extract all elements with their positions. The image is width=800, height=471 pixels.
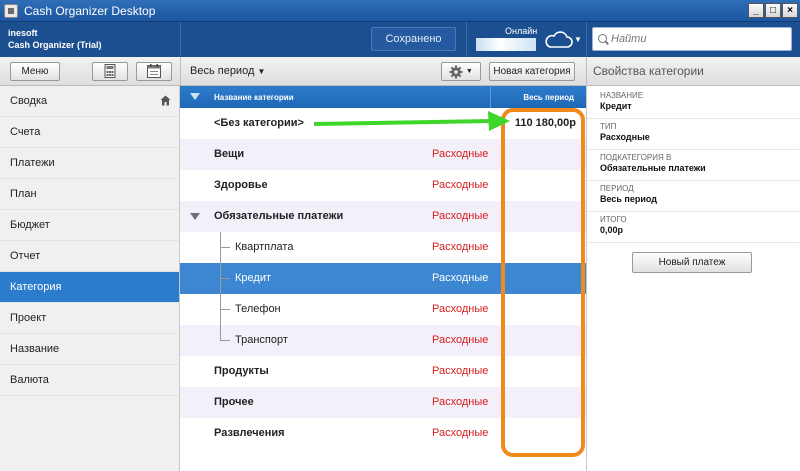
calculator-icon bbox=[104, 64, 116, 78]
sidebar-item-budget[interactable]: Бюджет bbox=[0, 210, 179, 241]
search-input[interactable] bbox=[611, 31, 787, 47]
new-payment-button[interactable]: Новый платеж bbox=[632, 252, 752, 273]
online-status: Онлайн bbox=[505, 26, 538, 36]
sidebar-item-plan[interactable]: План bbox=[0, 179, 179, 210]
highlight-frame bbox=[501, 108, 585, 457]
product-name: Cash Organizer (Trial) bbox=[8, 40, 102, 50]
toolbar: Меню Весь период ▼ ▼ Новая категория Сво… bbox=[0, 57, 800, 86]
menu-button[interactable]: Меню bbox=[10, 62, 60, 81]
maximize-button[interactable]: □ bbox=[765, 3, 781, 18]
period-label: Весь период bbox=[190, 65, 255, 77]
sidebar-item-category[interactable]: Категория bbox=[0, 272, 179, 303]
annotation-overlay bbox=[313, 108, 585, 457]
home-icon[interactable] bbox=[160, 95, 171, 106]
sidebar-item-summary[interactable]: Сводка bbox=[0, 86, 179, 117]
property-type: ТИП Расходные bbox=[587, 119, 799, 150]
sidebar-item-project[interactable]: Проект bbox=[0, 303, 179, 334]
close-button[interactable]: × bbox=[782, 3, 798, 18]
property-label: НАЗВАНИЕ bbox=[600, 91, 644, 100]
property-label: ПОДКАТЕГОРИЯ В bbox=[600, 153, 672, 162]
calendar-icon bbox=[147, 64, 161, 78]
company-name: inesoft bbox=[8, 28, 38, 38]
sidebar-item-report[interactable]: Отчет bbox=[0, 241, 179, 272]
settings-button[interactable]: ▼ bbox=[441, 62, 481, 81]
property-label: ТИП bbox=[600, 122, 617, 131]
search-box[interactable] bbox=[592, 27, 792, 51]
window-title: Cash Organizer Desktop bbox=[24, 4, 156, 18]
title-bar: Cash Organizer Desktop _ □ × bbox=[0, 0, 800, 22]
property-label: ПЕРИОД bbox=[600, 184, 634, 193]
sidebar-item-name[interactable]: Название bbox=[0, 334, 179, 365]
header-divider bbox=[180, 22, 181, 57]
property-value: Весь период bbox=[600, 194, 657, 204]
property-value: Расходные bbox=[600, 132, 650, 142]
search-icon bbox=[598, 34, 607, 43]
chevron-down-icon: ▼ bbox=[257, 67, 266, 76]
property-name: НАЗВАНИЕ Кредит bbox=[587, 88, 799, 119]
new-category-button[interactable]: Новая категория bbox=[489, 62, 575, 81]
cloud-icon[interactable] bbox=[543, 31, 573, 49]
sidebar-item-accounts[interactable]: Счета bbox=[0, 117, 179, 148]
property-value: Кредит bbox=[600, 101, 632, 111]
calculator-button[interactable] bbox=[92, 62, 128, 81]
sidebar-item-currency[interactable]: Валюта bbox=[0, 365, 179, 396]
sidebar-item-payments[interactable]: Платежи bbox=[0, 148, 179, 179]
properties-panel: НАЗВАНИЕ Кредит ТИП Расходные ПОДКАТЕГОР… bbox=[586, 86, 800, 471]
app-icon[interactable] bbox=[4, 4, 18, 18]
chevron-down-icon: ▼ bbox=[465, 68, 473, 75]
app-header: inesoft Cash Organizer (Trial) Сохранено… bbox=[0, 22, 800, 57]
period-dropdown[interactable]: Весь период ▼ bbox=[190, 65, 265, 77]
saved-button[interactable]: Сохранено bbox=[371, 27, 456, 51]
account-name-redacted bbox=[476, 38, 536, 51]
properties-title: Свойства категории bbox=[593, 64, 704, 78]
sidebar: Сводка Счета Платежи План Бюджет Отчет К… bbox=[0, 86, 180, 471]
arrow-shaft bbox=[313, 119, 493, 126]
toolbar-divider bbox=[586, 57, 587, 86]
sidebar-item-label: Сводка bbox=[10, 95, 48, 107]
toolbar-divider bbox=[180, 57, 181, 86]
property-parent: ПОДКАТЕГОРИЯ В Обязательные платежи bbox=[587, 150, 799, 181]
property-label: ИТОГО bbox=[600, 215, 627, 224]
header-divider bbox=[586, 22, 587, 57]
gear-icon bbox=[449, 65, 463, 79]
calendar-button[interactable] bbox=[136, 62, 172, 81]
minimize-button[interactable]: _ bbox=[748, 3, 764, 18]
chevron-down-icon[interactable]: ▼ bbox=[574, 35, 582, 44]
property-value: 0,00р bbox=[600, 225, 624, 235]
category-table: Название категории Весь период <Без кате… bbox=[180, 86, 586, 471]
property-value: Обязательные платежи bbox=[600, 163, 706, 173]
company-info: inesoft Cash Organizer (Trial) bbox=[8, 27, 102, 51]
property-period: ПЕРИОД Весь период bbox=[587, 181, 799, 212]
header-divider bbox=[466, 22, 467, 57]
property-total: ИТОГО 0,00р bbox=[587, 212, 799, 243]
